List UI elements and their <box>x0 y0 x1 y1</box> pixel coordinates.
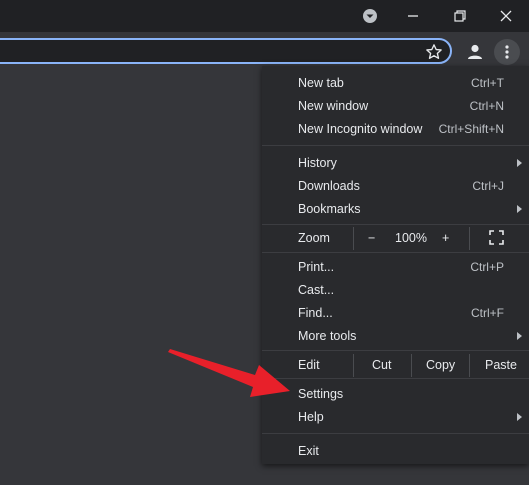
menu-divider <box>262 378 529 379</box>
tab-search-icon <box>363 9 377 23</box>
menu-item-find[interactable]: Find... Ctrl+F <box>262 302 529 325</box>
menu-item-label: Find... <box>298 306 333 320</box>
menu-item-label: More tools <box>298 329 357 343</box>
minimize-button[interactable] <box>390 0 436 32</box>
shortcut-label: Ctrl+Shift+N <box>438 122 504 136</box>
edit-divider <box>469 354 470 377</box>
menu-item-more-tools[interactable]: More tools <box>262 325 529 348</box>
edit-divider <box>411 354 412 377</box>
zoom-level: 100% <box>395 231 427 245</box>
cut-button[interactable]: Cut <box>372 358 391 372</box>
minimize-icon <box>408 15 418 17</box>
zoom-divider <box>469 227 470 250</box>
menu-item-print[interactable]: Print... Ctrl+P <box>262 256 529 279</box>
close-button[interactable] <box>483 0 529 32</box>
menu-item-new-incognito-window[interactable]: New Incognito window Ctrl+Shift+N <box>262 118 529 141</box>
edit-divider <box>353 354 354 377</box>
browser-menu: New tab Ctrl+T New window Ctrl+N New Inc… <box>262 66 529 464</box>
menu-item-history[interactable]: History <box>262 152 529 175</box>
edit-label: Edit <box>298 358 320 372</box>
menu-divider <box>262 433 529 434</box>
zoom-in-button[interactable]: + <box>442 231 449 245</box>
submenu-arrow-icon <box>517 159 522 167</box>
menu-item-label: History <box>298 156 337 170</box>
menu-item-label: Downloads <box>298 179 360 193</box>
menu-item-label: Print... <box>298 260 335 274</box>
menu-item-label: Exit <box>298 444 319 458</box>
toolbar <box>0 32 529 68</box>
title-bar <box>0 0 529 32</box>
shortcut-label: Ctrl+N <box>469 99 504 113</box>
menu-divider <box>262 350 529 351</box>
menu-item-exit[interactable]: Exit <box>262 440 529 463</box>
menu-divider <box>262 145 529 146</box>
star-icon[interactable] <box>425 43 443 61</box>
menu-item-label: New tab <box>298 76 344 90</box>
menu-item-label: New Incognito window <box>298 122 423 136</box>
fullscreen-icon[interactable] <box>489 230 504 245</box>
menu-item-downloads[interactable]: Downloads Ctrl+J <box>262 175 529 198</box>
menu-item-label: Bookmarks <box>298 202 361 216</box>
shortcut-label: Ctrl+F <box>471 306 504 320</box>
shortcut-label: Ctrl+P <box>470 260 504 274</box>
menu-item-cast[interactable]: Cast... <box>262 279 529 302</box>
restore-button[interactable] <box>437 0 483 32</box>
submenu-arrow-icon <box>517 413 522 421</box>
close-icon <box>500 10 512 22</box>
restore-icon <box>454 10 466 22</box>
menu-item-help[interactable]: Help <box>262 406 529 429</box>
menu-item-label: Cast... <box>298 283 335 297</box>
paste-button[interactable]: Paste <box>485 358 517 372</box>
menu-item-new-window[interactable]: New window Ctrl+N <box>262 95 529 118</box>
menu-row-zoom: Zoom − 100% + <box>262 227 529 250</box>
menu-item-new-tab[interactable]: New tab Ctrl+T <box>262 72 529 95</box>
submenu-arrow-icon <box>517 332 522 340</box>
menu-item-bookmarks[interactable]: Bookmarks <box>262 198 529 221</box>
menu-item-settings[interactable]: Settings <box>262 383 529 406</box>
kebab-menu-icon <box>505 45 509 59</box>
menu-divider <box>262 252 529 253</box>
shortcut-label: Ctrl+J <box>472 179 504 193</box>
menu-button[interactable] <box>494 39 520 65</box>
zoom-out-button[interactable]: − <box>368 231 375 245</box>
menu-item-label: Settings <box>298 387 344 401</box>
shortcut-label: Ctrl+T <box>471 76 504 90</box>
address-bar[interactable] <box>0 38 452 64</box>
tab-search-button[interactable] <box>347 0 393 32</box>
submenu-arrow-icon <box>517 205 522 213</box>
profile-icon[interactable] <box>465 42 485 62</box>
zoom-label: Zoom <box>298 231 330 245</box>
copy-button[interactable]: Copy <box>426 358 455 372</box>
menu-divider <box>262 224 529 225</box>
menu-row-edit: Edit Cut Copy Paste <box>262 354 529 377</box>
menu-item-label: New window <box>298 99 369 113</box>
zoom-divider <box>353 227 354 250</box>
menu-item-label: Help <box>298 410 324 424</box>
